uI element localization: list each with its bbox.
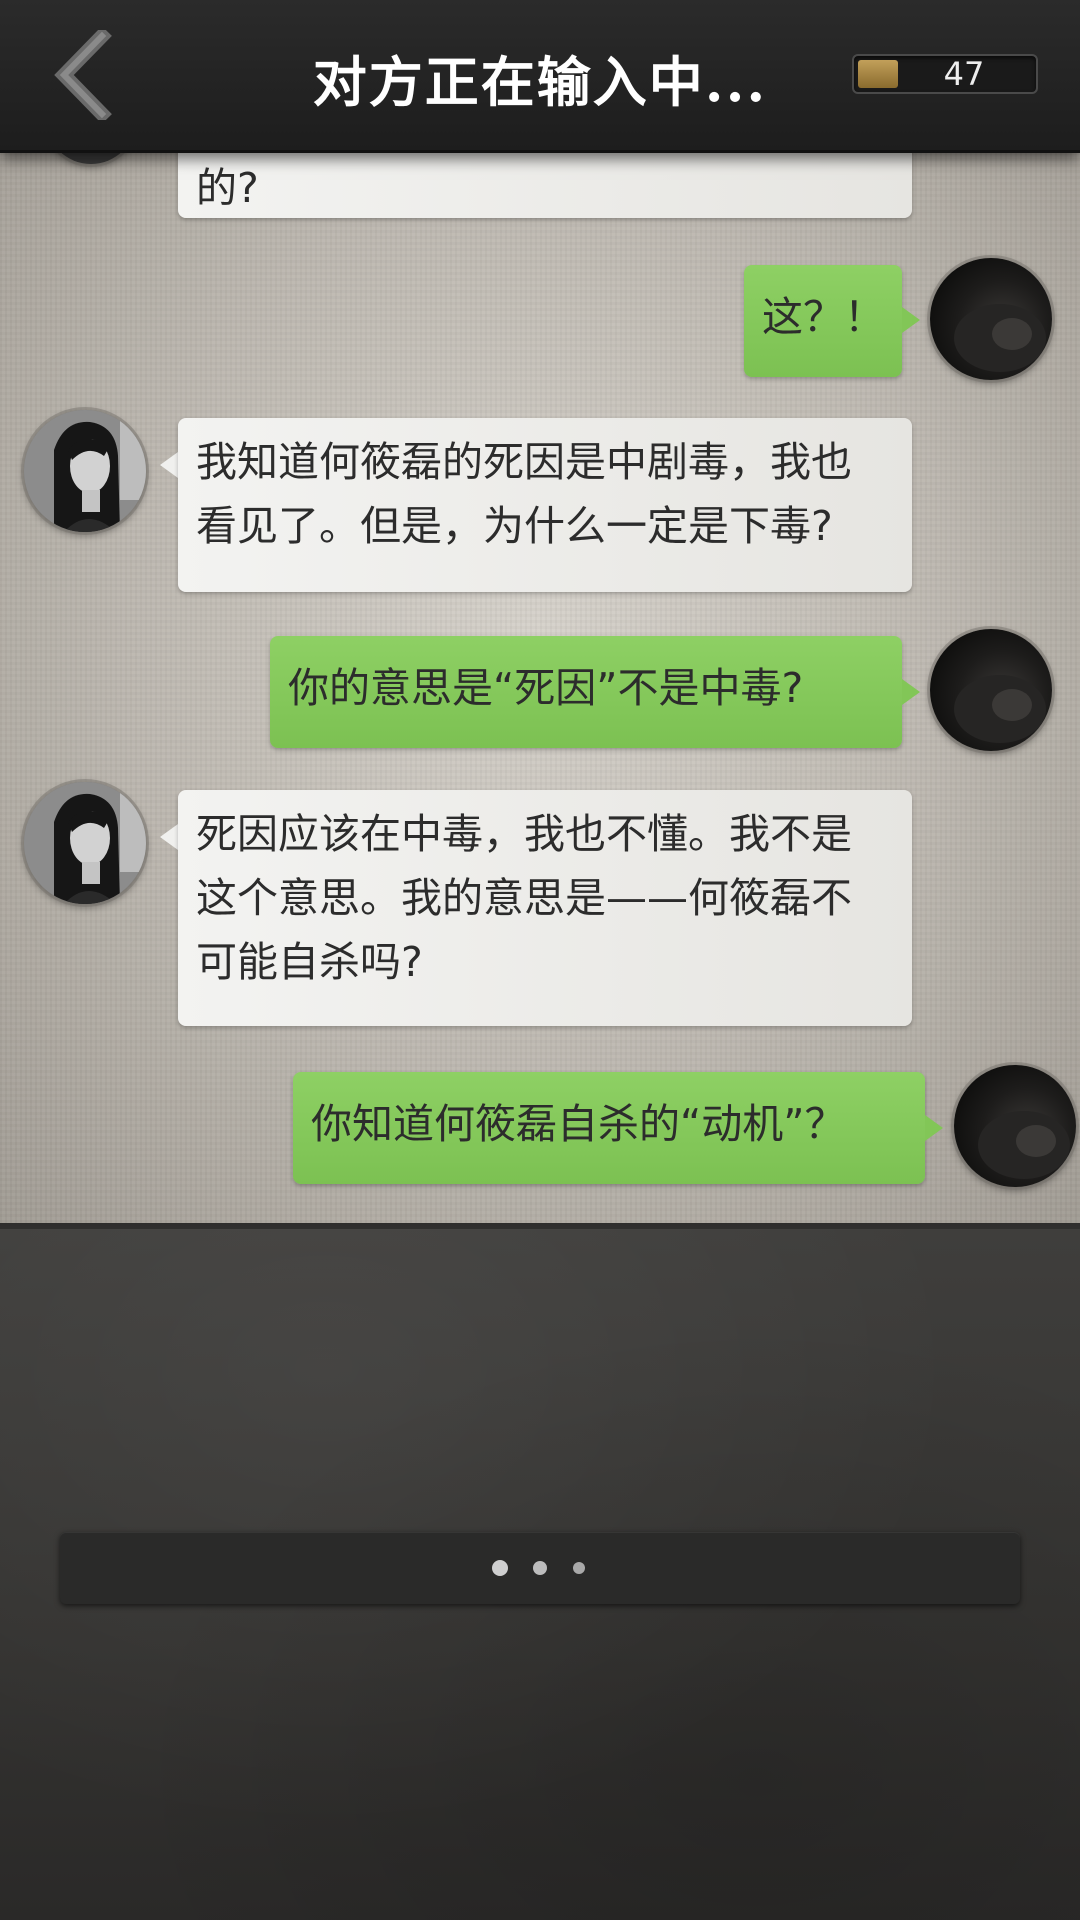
message-text: 这？！ xyxy=(762,293,885,341)
bubble-tail xyxy=(160,824,178,850)
message-text: 你的意思是“死因”不是中毒? xyxy=(288,664,804,712)
player-avatar[interactable] xyxy=(954,1065,1076,1187)
woman-portrait-icon xyxy=(24,410,146,532)
player-avatar[interactable] xyxy=(930,629,1052,751)
message-line: 我知道何筱磊的死因是中剧毒，我也 xyxy=(196,438,852,486)
woman-portrait-icon xyxy=(24,782,146,904)
typing-dot xyxy=(573,1562,585,1574)
player-silhouette-icon xyxy=(954,675,1046,743)
player-silhouette-icon xyxy=(978,1111,1070,1179)
typing-indicator-bar[interactable] xyxy=(60,1532,1020,1604)
top-bar: 对方正在输入中... 47 xyxy=(0,0,1080,153)
chat-area[interactable]: 的? 这？！ 我知道何筱磊的死因是中剧毒，我也 看见了。但是，为什么一定是下毒?… xyxy=(0,150,1080,1229)
coin-counter[interactable]: 47 xyxy=(852,54,1038,94)
typing-dot xyxy=(492,1560,508,1576)
outgoing-message-bubble: 你的意思是“死因”不是中毒? xyxy=(270,636,902,748)
incoming-message-bubble: 死因应该在中毒，我也不懂。我不是 这个意思。我的意思是——何筱磊不 可能自杀吗? xyxy=(178,790,912,1026)
bubble-tail xyxy=(902,679,920,705)
incoming-message-bubble: 我知道何筱磊的死因是中剧毒，我也 看见了。但是，为什么一定是下毒? xyxy=(178,418,912,592)
player-avatar[interactable] xyxy=(930,258,1052,380)
coin-icon xyxy=(858,60,898,88)
contact-avatar[interactable] xyxy=(24,410,146,532)
bubble-tail xyxy=(925,1115,943,1141)
player-silhouette-icon xyxy=(954,304,1046,372)
message-line: 死因应该在中毒，我也不懂。我不是 xyxy=(196,810,852,858)
outgoing-message-bubble: 你知道何筱磊自杀的“动机”？ xyxy=(293,1072,925,1184)
message-line: 看见了。但是，为什么一定是下毒? xyxy=(196,502,833,550)
coin-count: 47 xyxy=(943,55,985,93)
outgoing-message-bubble: 这？！ xyxy=(744,265,902,377)
bubble-tail xyxy=(902,307,920,333)
bubble-tail xyxy=(160,452,178,478)
message-line: 这个意思。我的意思是——何筱磊不 xyxy=(196,874,852,922)
message-text: 的? xyxy=(196,164,259,212)
typing-dot xyxy=(533,1561,547,1575)
incoming-message-bubble: 的? xyxy=(178,150,912,218)
message-text: 你知道何筱磊自杀的“动机”？ xyxy=(311,1100,846,1148)
message-line: 可能自杀吗? xyxy=(196,938,423,986)
contact-avatar[interactable] xyxy=(24,782,146,904)
